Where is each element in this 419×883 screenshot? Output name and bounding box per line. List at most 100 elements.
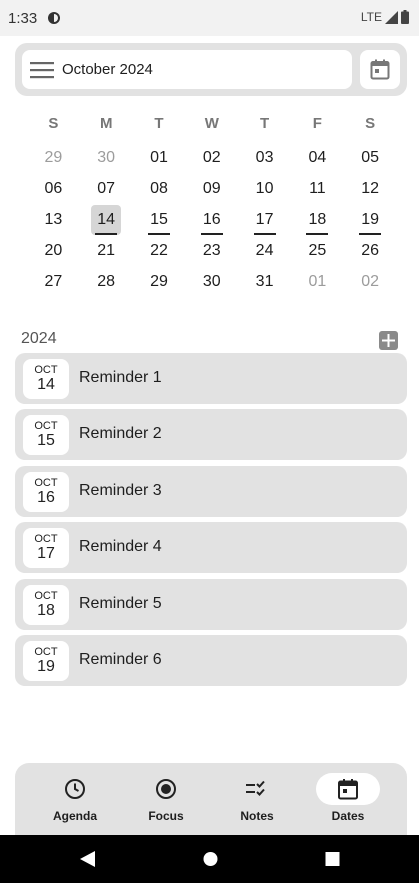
home-icon[interactable] bbox=[203, 851, 218, 867]
calendar-day[interactable]: 01 bbox=[302, 267, 332, 297]
month-selector[interactable]: October 2024 bbox=[22, 50, 352, 89]
app-notification-icon bbox=[48, 12, 60, 24]
calendar-day[interactable]: 25 bbox=[302, 236, 332, 266]
calendar-day[interactable]: 13 bbox=[38, 205, 68, 235]
calendar-day-cell[interactable]: 05 bbox=[344, 143, 397, 174]
calendar-day-cell[interactable]: 12 bbox=[344, 174, 397, 205]
calendar-day[interactable]: 24 bbox=[250, 236, 280, 266]
reminder-title: Reminder 6 bbox=[79, 650, 162, 668]
calendar-day-cell[interactable]: 03 bbox=[238, 143, 291, 174]
nav-agenda[interactable]: Agenda bbox=[35, 773, 115, 823]
calendar-day-cell[interactable]: 29 bbox=[27, 143, 80, 174]
calendar-toggle-button[interactable] bbox=[360, 50, 400, 89]
calendar-day-cell[interactable]: 26 bbox=[344, 236, 397, 267]
nav-dates[interactable]: Dates bbox=[308, 773, 388, 823]
reminder-item[interactable]: OCT 14 Reminder 1 bbox=[15, 353, 407, 404]
calendar-day[interactable]: 30 bbox=[197, 267, 227, 297]
calendar-day[interactable]: 04 bbox=[302, 143, 332, 173]
calendar-day[interactable]: 08 bbox=[144, 174, 174, 204]
calendar-day-cell[interactable]: 29 bbox=[133, 267, 186, 298]
reminder-month: OCT bbox=[34, 476, 58, 489]
calendar-day-cell[interactable]: 30 bbox=[80, 143, 133, 174]
calendar-day-cell[interactable]: 17 bbox=[238, 205, 291, 236]
reminder-item[interactable]: OCT 17 Reminder 4 bbox=[15, 522, 407, 574]
calendar-day-cell[interactable]: 28 bbox=[80, 267, 133, 298]
calendar-day[interactable]: 28 bbox=[91, 267, 121, 297]
calendar-day[interactable]: 16 bbox=[197, 205, 227, 235]
calendar-day[interactable]: 20 bbox=[38, 236, 68, 266]
calendar-day[interactable]: 05 bbox=[355, 143, 385, 173]
calendar-day[interactable]: 02 bbox=[197, 143, 227, 173]
nav-focus-label: Focus bbox=[148, 809, 184, 823]
nav-notes[interactable]: Notes bbox=[217, 773, 297, 823]
reminder-item[interactable]: OCT 16 Reminder 3 bbox=[15, 465, 407, 517]
calendar-day-cell[interactable]: 21 bbox=[80, 236, 133, 267]
calendar-day-cell[interactable]: 06 bbox=[27, 174, 80, 205]
calendar-day[interactable]: 19 bbox=[355, 205, 385, 235]
calendar-day[interactable]: 15 bbox=[144, 205, 174, 235]
calendar-day[interactable]: 29 bbox=[144, 267, 174, 297]
calendar-day[interactable]: 29 bbox=[38, 143, 68, 173]
calendar-day-cell[interactable]: 18 bbox=[291, 205, 344, 236]
calendar-day[interactable]: 26 bbox=[355, 236, 385, 266]
reminder-item[interactable]: OCT 19 Reminder 6 bbox=[15, 634, 407, 686]
menu-icon[interactable] bbox=[30, 61, 54, 79]
add-reminder-button[interactable] bbox=[379, 331, 398, 350]
calendar-day-cell[interactable]: 30 bbox=[185, 267, 238, 298]
calendar-day-cell[interactable]: 08 bbox=[133, 174, 186, 205]
calendar-day-cell[interactable]: 10 bbox=[238, 174, 291, 205]
calendar-day-cell[interactable]: 24 bbox=[238, 236, 291, 267]
nav-focus[interactable]: Focus bbox=[126, 773, 206, 823]
recents-icon[interactable] bbox=[325, 851, 340, 867]
reminder-item[interactable]: OCT 15 Reminder 2 bbox=[15, 409, 407, 461]
calendar-day[interactable]: 09 bbox=[197, 174, 227, 204]
calendar-day-cell[interactable]: 20 bbox=[27, 236, 80, 267]
calendar-day[interactable]: 27 bbox=[38, 267, 68, 297]
reminder-marker bbox=[200, 233, 223, 235]
calendar-day[interactable]: 02 bbox=[355, 267, 385, 297]
calendar-day-cell[interactable]: 07 bbox=[80, 174, 133, 205]
calendar-day-cell[interactable]: 16 bbox=[185, 205, 238, 236]
calendar-day-cell[interactable]: 01 bbox=[291, 267, 344, 298]
calendar-day-cell[interactable]: 01 bbox=[133, 143, 186, 174]
nav-dates-indicator bbox=[316, 773, 380, 805]
calendar-day-cell[interactable]: 02 bbox=[185, 143, 238, 174]
calendar-day-cell[interactable]: 13 bbox=[27, 205, 80, 236]
calendar-day[interactable]: 07 bbox=[91, 174, 121, 204]
reminder-title: Reminder 5 bbox=[79, 594, 162, 612]
calendar-day[interactable]: 23 bbox=[197, 236, 227, 266]
calendar-day-cell[interactable]: 04 bbox=[291, 143, 344, 174]
reminder-item[interactable]: OCT 18 Reminder 5 bbox=[15, 578, 407, 630]
calendar-day[interactable]: 10 bbox=[250, 174, 280, 204]
calendar-day[interactable]: 11 bbox=[302, 174, 332, 204]
calendar-day-cell[interactable]: 19 bbox=[344, 205, 397, 236]
calendar-day[interactable]: 03 bbox=[250, 143, 280, 173]
reminder-date-badge: OCT 19 bbox=[23, 640, 69, 681]
calendar-day-cell[interactable]: 22 bbox=[133, 236, 186, 267]
calendar-day-cell[interactable]: 14 bbox=[80, 205, 133, 236]
calendar-icon bbox=[370, 59, 390, 80]
calendar-day[interactable]: 18 bbox=[302, 205, 332, 235]
calendar-day-cell[interactable]: 11 bbox=[291, 174, 344, 205]
calendar-day[interactable]: 21 bbox=[91, 236, 121, 266]
calendar-day[interactable]: 01 bbox=[144, 143, 174, 173]
calendar-day[interactable]: 31 bbox=[250, 267, 280, 297]
calendar-day-cell[interactable]: 09 bbox=[185, 174, 238, 205]
back-icon[interactable] bbox=[80, 851, 95, 867]
nav-agenda-indicator bbox=[43, 773, 107, 805]
calendar-day[interactable]: 17 bbox=[250, 205, 280, 235]
calendar-day-cell[interactable]: 23 bbox=[185, 236, 238, 267]
calendar-day[interactable]: 06 bbox=[38, 174, 68, 204]
calendar-day[interactable]: 22 bbox=[144, 236, 174, 266]
calendar-day-cell[interactable]: 27 bbox=[27, 267, 80, 298]
calendar-day-selected[interactable]: 14 bbox=[91, 205, 122, 235]
calendar-day-cell[interactable]: 15 bbox=[133, 205, 186, 236]
calendar-day-cell[interactable]: 25 bbox=[291, 236, 344, 267]
calendar-day[interactable]: 30 bbox=[91, 143, 121, 173]
reminder-month: OCT bbox=[34, 645, 58, 658]
calendar-day-cell[interactable]: 31 bbox=[238, 267, 291, 298]
calendar-day-cell[interactable]: 02 bbox=[344, 267, 397, 298]
calendar-day[interactable]: 12 bbox=[355, 174, 385, 204]
status-bar: 1:33 LTE bbox=[0, 0, 419, 36]
reminder-date-badge: OCT 17 bbox=[23, 528, 69, 569]
